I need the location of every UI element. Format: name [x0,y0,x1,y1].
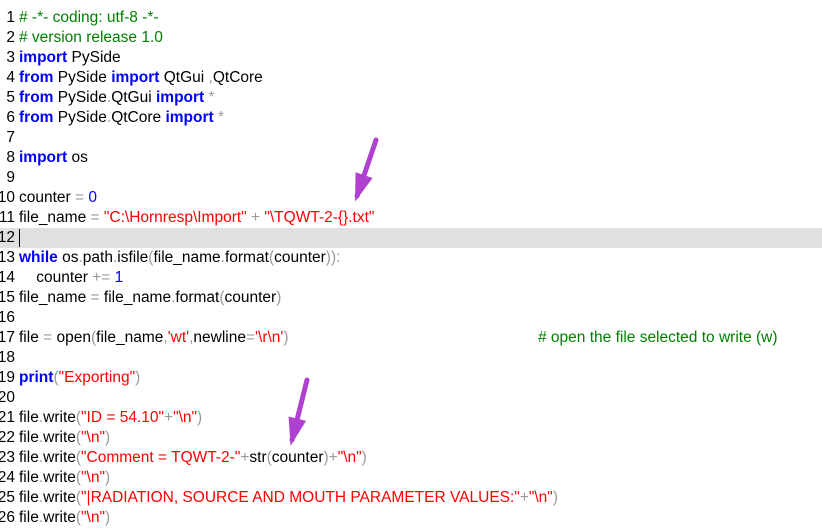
arrow-head [355,172,373,202]
annotation-arrow-line-11 [354,137,379,202]
arrow-head [288,416,307,446]
annotation-overlay [288,137,379,446]
annotation-arrow-line-23 [288,377,310,446]
